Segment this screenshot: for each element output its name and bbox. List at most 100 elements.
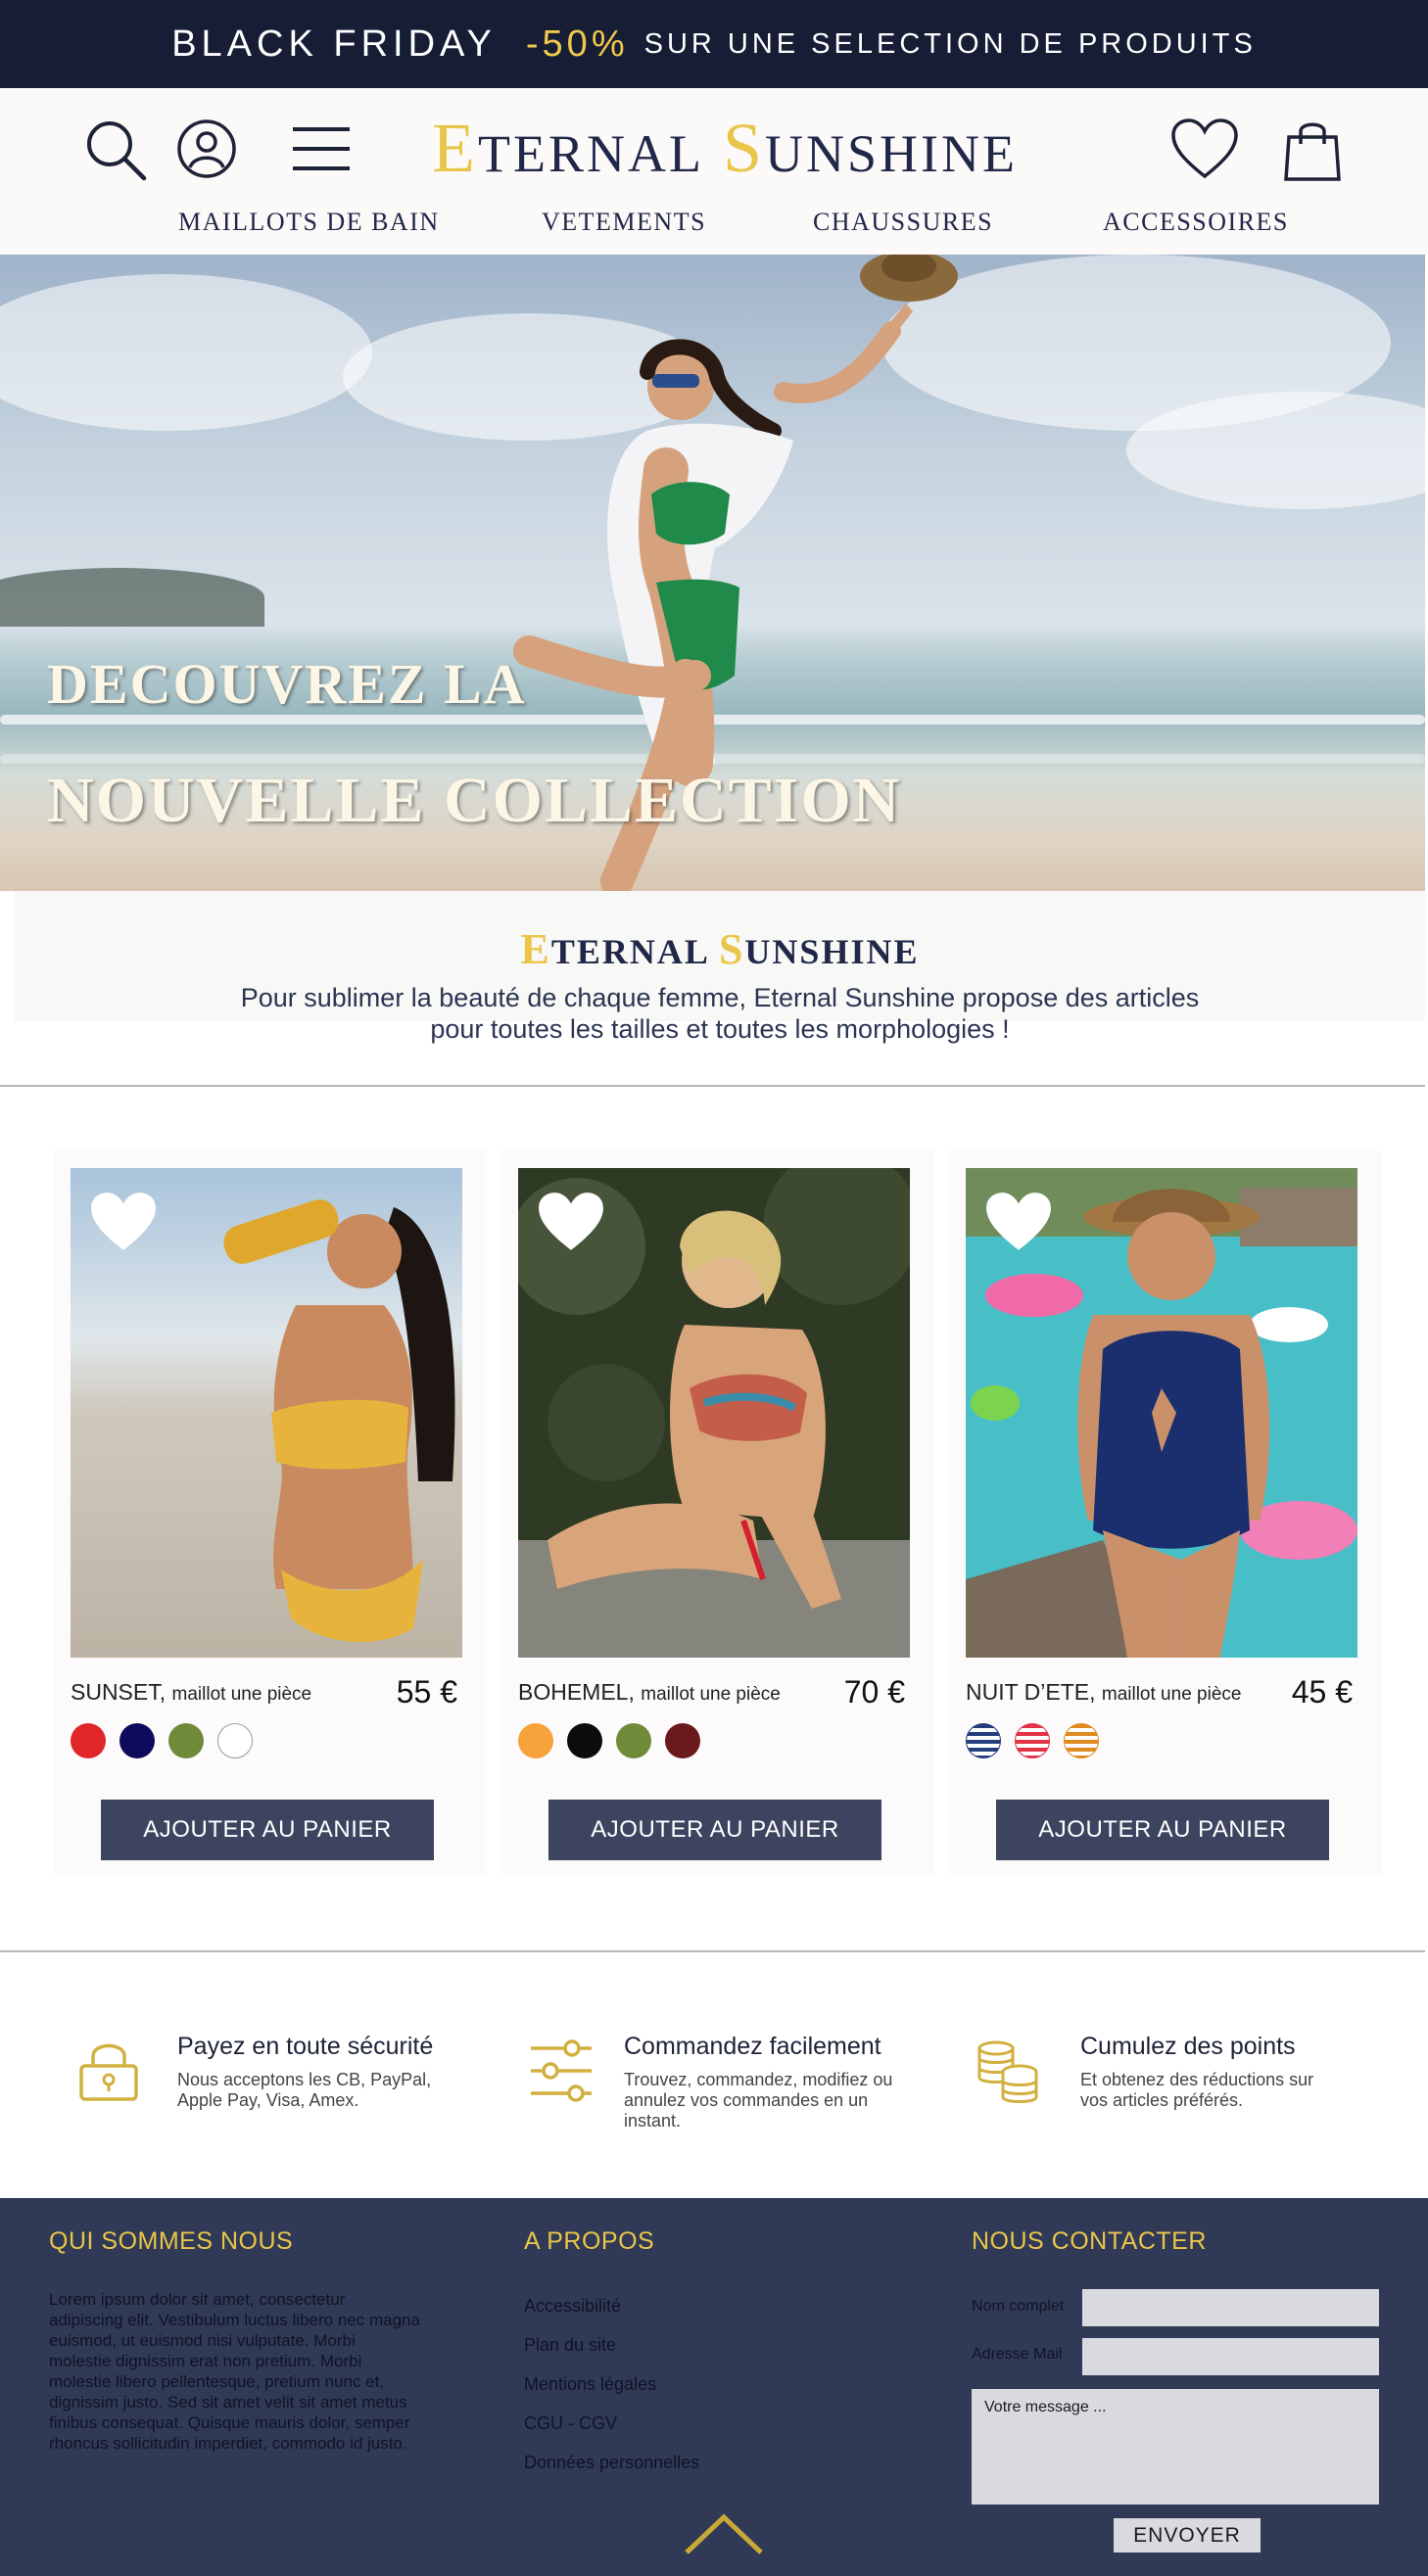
message-field[interactable]: Votre message ... bbox=[972, 2389, 1379, 2505]
footer-link-donnees-personnelles[interactable]: Données personnelles bbox=[524, 2453, 699, 2473]
product-name[interactable]: BOHEMEL, maillot une pièce bbox=[518, 1679, 781, 1706]
product-image[interactable] bbox=[71, 1168, 462, 1658]
product-name-text: NUIT D’ETE, bbox=[966, 1679, 1096, 1705]
hero-title-line2: NOUVELLE COLLECTION bbox=[47, 765, 902, 836]
send-button[interactable]: ENVOYER bbox=[1114, 2518, 1261, 2553]
logo-e: E bbox=[432, 109, 478, 187]
footer-links-title: A PROPOS bbox=[524, 2227, 655, 2255]
hero-cloud bbox=[0, 274, 372, 431]
product-name-text: BOHEMEL, bbox=[518, 1679, 635, 1705]
promo-black-friday: BLACK FRIDAY bbox=[171, 23, 497, 65]
feature-secure-payment: Payez en toute sécurité Nous acceptons l… bbox=[76, 2017, 488, 2144]
feature-title: Cumulez des points bbox=[1080, 2033, 1296, 2060]
swatch-red-stripes[interactable] bbox=[1015, 1723, 1050, 1758]
swatch-orange-stripes[interactable] bbox=[1064, 1723, 1099, 1758]
heart-icon[interactable] bbox=[1170, 117, 1239, 180]
intro-brand-eternal: TERNAL bbox=[550, 932, 708, 971]
footer-link-plan-du-site[interactable]: Plan du site bbox=[524, 2335, 616, 2356]
logo-sunshine: UNSHINE bbox=[765, 124, 1018, 183]
product-card: SUNSET, maillot une pièce 55 € AJOUTER A… bbox=[54, 1150, 487, 1875]
add-to-cart-button[interactable]: AJOUTER AU PANIER bbox=[996, 1800, 1329, 1860]
hero-title-line1: DECOUVREZ LA bbox=[47, 652, 527, 716]
swatch-black[interactable] bbox=[567, 1723, 602, 1758]
swatch-navy[interactable] bbox=[119, 1723, 155, 1758]
site-footer: QUI SOMMES NOUS Lorem ipsum dolor sit am… bbox=[0, 2198, 1428, 2576]
nav-vetements[interactable]: VETEMENTS bbox=[542, 208, 706, 237]
feature-title: Payez en toute sécurité bbox=[177, 2033, 434, 2060]
menu-icon[interactable] bbox=[291, 125, 352, 172]
swatch-olive[interactable] bbox=[616, 1723, 651, 1758]
add-to-cart-button[interactable]: AJOUTER AU PANIER bbox=[101, 1800, 434, 1860]
color-swatches bbox=[71, 1723, 253, 1758]
footer-contact-title: NOUS CONTACTER bbox=[972, 2227, 1207, 2255]
hero-island bbox=[0, 568, 264, 627]
wishlist-heart-icon[interactable] bbox=[536, 1190, 606, 1259]
feature-title: Commandez facilement bbox=[624, 2033, 881, 2060]
nav-accessoires[interactable]: ACCESSOIRES bbox=[1103, 208, 1289, 237]
name-field[interactable] bbox=[1082, 2289, 1379, 2326]
section-divider bbox=[0, 1085, 1425, 1087]
message-placeholder: Votre message ... bbox=[984, 2399, 1107, 2415]
sliders-icon bbox=[529, 2037, 594, 2110]
wishlist-heart-icon[interactable] bbox=[88, 1190, 159, 1259]
product-name-text: SUNSET, bbox=[71, 1679, 167, 1705]
product-price: 70 € bbox=[843, 1674, 905, 1710]
footer-link-mentions-legales[interactable]: Mentions légales bbox=[524, 2374, 656, 2395]
nav-chaussures[interactable]: CHAUSSURES bbox=[813, 208, 993, 237]
footer-link-accessibilite[interactable]: Accessibilité bbox=[524, 2296, 621, 2317]
product-name[interactable]: SUNSET, maillot une pièce bbox=[71, 1679, 311, 1706]
site-logo[interactable]: ETERNAL SUNSHINE bbox=[406, 108, 1043, 189]
promo-banner: BLACK FRIDAY -50% SUR UNE SELECTION DE P… bbox=[0, 0, 1428, 88]
intro-brand-e: E bbox=[520, 925, 551, 973]
intro-brand-s: S bbox=[718, 925, 745, 973]
hero-banner[interactable]: DECOUVREZ LA NOUVELLE COLLECTION bbox=[0, 255, 1425, 891]
back-to-top-chevron-up-icon[interactable] bbox=[683, 2511, 765, 2561]
search-icon[interactable] bbox=[83, 117, 148, 182]
feature-desc: Et obtenez des réductions sur vos articl… bbox=[1080, 2070, 1314, 2110]
swatch-navy-stripes[interactable] bbox=[966, 1723, 1001, 1758]
shopping-bag-icon[interactable] bbox=[1283, 117, 1342, 182]
intro-text-line2: pour toutes les tailles et toutes les mo… bbox=[430, 1014, 1010, 1044]
product-type: maillot une pièce bbox=[641, 1684, 781, 1705]
color-swatches bbox=[966, 1723, 1099, 1758]
product-name[interactable]: NUIT D’ETE, maillot une pièce bbox=[966, 1679, 1241, 1706]
user-icon[interactable] bbox=[176, 118, 237, 179]
product-image[interactable] bbox=[518, 1168, 910, 1658]
promo-discount: -50% bbox=[525, 23, 629, 65]
color-swatches bbox=[518, 1723, 700, 1758]
brand-intro: ETERNAL SUNSHINE Pour sublimer la beauté… bbox=[15, 891, 1425, 1044]
feature-desc: Nous acceptons les CB, PayPal, Apple Pay… bbox=[177, 2070, 432, 2110]
feature-easy-order: Commandez facilement Trouvez, commandez,… bbox=[529, 2017, 950, 2144]
swatch-white[interactable] bbox=[217, 1723, 253, 1758]
intro-brand-sunshine: UNSHINE bbox=[744, 932, 920, 971]
intro-text-line1: Pour sublimer la beauté de chaque femme,… bbox=[240, 983, 1200, 1012]
nav-maillots[interactable]: MAILLOTS DE BAIN bbox=[178, 208, 440, 237]
logo-s: S bbox=[722, 109, 765, 187]
footer-about-title: QUI SOMMES NOUS bbox=[49, 2227, 294, 2255]
footer-about-text: Lorem ipsum dolor sit amet, consectetur … bbox=[49, 2290, 420, 2453]
promo-text: SUR UNE SELECTION DE PRODUITS bbox=[643, 27, 1257, 60]
swatch-burgundy[interactable] bbox=[665, 1723, 700, 1758]
product-card: NUIT D’ETE, maillot une pièce 45 € AJOUT… bbox=[949, 1150, 1382, 1875]
email-field-label: Adresse Mail bbox=[972, 2346, 1063, 2363]
wishlist-heart-icon[interactable] bbox=[983, 1190, 1054, 1259]
footer-link-cgu-cgv[interactable]: CGU - CGV bbox=[524, 2413, 617, 2434]
swatch-olive[interactable] bbox=[168, 1723, 204, 1758]
product-image[interactable] bbox=[966, 1168, 1357, 1658]
feature-loyalty-points: Cumulez des points Et obtenez des réduct… bbox=[975, 2017, 1386, 2144]
main-nav: MAILLOTS DE BAIN VETEMENTS CHAUSSURES AC… bbox=[0, 208, 1428, 247]
intro-brand: ETERNAL SUNSHINE bbox=[15, 924, 1425, 974]
feature-desc: Trouvez, commandez, modifiez ou annulez … bbox=[624, 2070, 893, 2131]
product-price: 55 € bbox=[396, 1674, 457, 1710]
email-field[interactable] bbox=[1082, 2338, 1379, 2375]
site-header: ETERNAL SUNSHINE MAILLOTS DE BAIN VETEME… bbox=[0, 88, 1428, 255]
swatch-orange[interactable] bbox=[518, 1723, 553, 1758]
name-field-label: Nom complet bbox=[972, 2298, 1065, 2315]
swatch-red[interactable] bbox=[71, 1723, 106, 1758]
product-type: maillot une pièce bbox=[171, 1684, 312, 1705]
product-price: 45 € bbox=[1291, 1674, 1353, 1710]
add-to-cart-button[interactable]: AJOUTER AU PANIER bbox=[548, 1800, 881, 1860]
logo-eternal: TERNAL bbox=[477, 124, 704, 183]
coins-icon bbox=[975, 2038, 1041, 2108]
product-type: maillot une pièce bbox=[1101, 1684, 1242, 1705]
